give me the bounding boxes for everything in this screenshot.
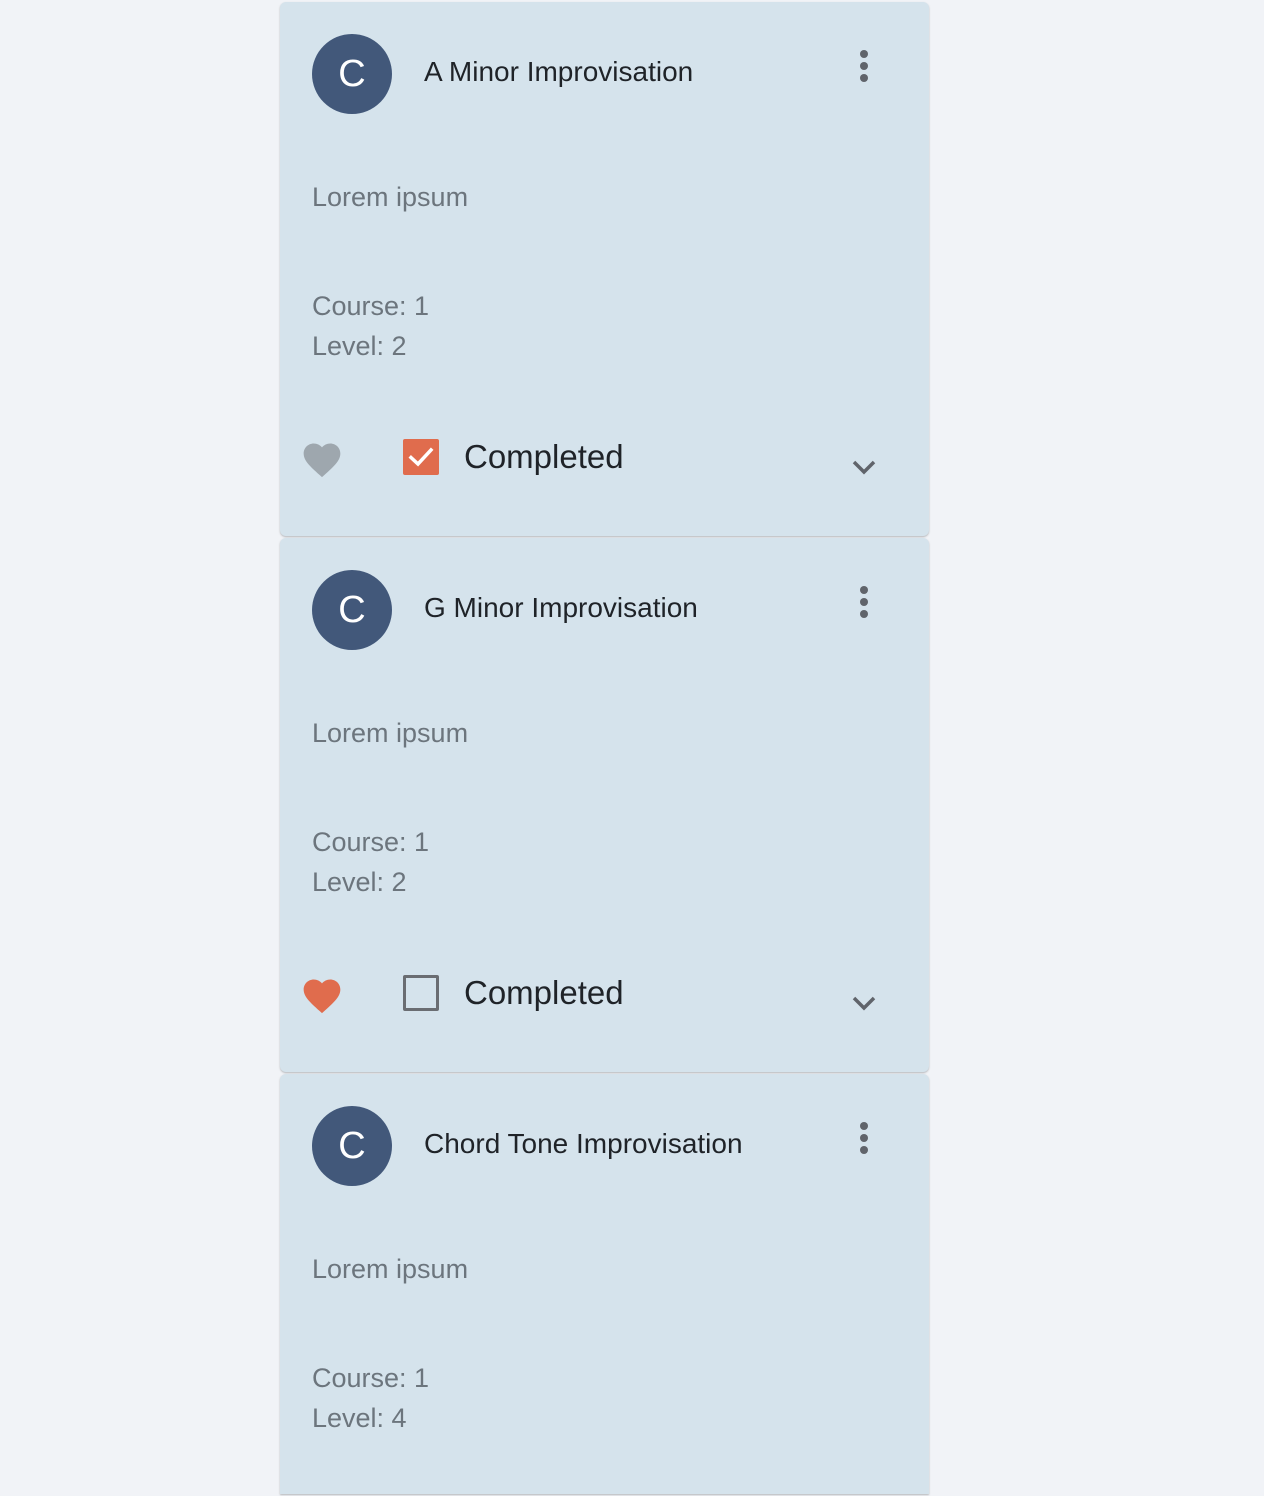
card-description: Lorem ipsum [312,1254,469,1284]
level-label: Level: 2 [312,331,407,361]
course-label: Course: 1 [312,827,430,857]
completed-label[interactable]: Completed [464,974,624,1012]
chevron-down-icon [852,460,876,475]
expand-button[interactable] [846,450,882,486]
more-vert-icon [860,1122,868,1154]
more-options-button[interactable] [844,582,884,626]
card-description: Lorem ipsum [312,182,469,212]
avatar: C [312,34,392,114]
heart-icon [303,979,341,1014]
favorite-button[interactable] [300,438,344,482]
card-title: Chord Tone Improvisation [424,1128,743,1159]
course-label: Course: 1 [312,291,430,321]
card-title: G Minor Improvisation [424,592,698,623]
course-label: Course: 1 [312,1363,430,1393]
chevron-down-icon [852,996,876,1011]
heart-icon [303,443,341,478]
lesson-card: C Chord Tone Improvisation Lorem ipsum C… [280,1074,929,1494]
level-label: Level: 2 [312,867,407,897]
card-meta: Course: 1 Level: 4 [312,1358,429,1438]
favorite-button[interactable] [300,974,344,1018]
more-vert-icon [860,50,868,82]
level-label: Level: 4 [312,1403,407,1433]
more-vert-icon [860,586,868,618]
lesson-card: C A Minor Improvisation Lorem ipsum Cour… [280,2,929,536]
card-description: Lorem ipsum [312,718,469,748]
completed-checkbox[interactable] [403,439,439,475]
avatar: C [312,570,392,650]
completed-label[interactable]: Completed [464,438,624,476]
lesson-card-list: C A Minor Improvisation Lorem ipsum Cour… [280,2,929,1496]
card-title: A Minor Improvisation [424,56,694,87]
lesson-card: C G Minor Improvisation Lorem ipsum Cour… [280,538,929,1072]
more-options-button[interactable] [844,46,884,90]
expand-button[interactable] [846,986,882,1022]
avatar: C [312,1106,392,1186]
more-options-button[interactable] [844,1118,884,1162]
completed-checkbox[interactable] [403,975,439,1011]
card-meta: Course: 1 Level: 2 [312,286,429,366]
check-icon [408,447,434,467]
card-meta: Course: 1 Level: 2 [312,822,429,902]
